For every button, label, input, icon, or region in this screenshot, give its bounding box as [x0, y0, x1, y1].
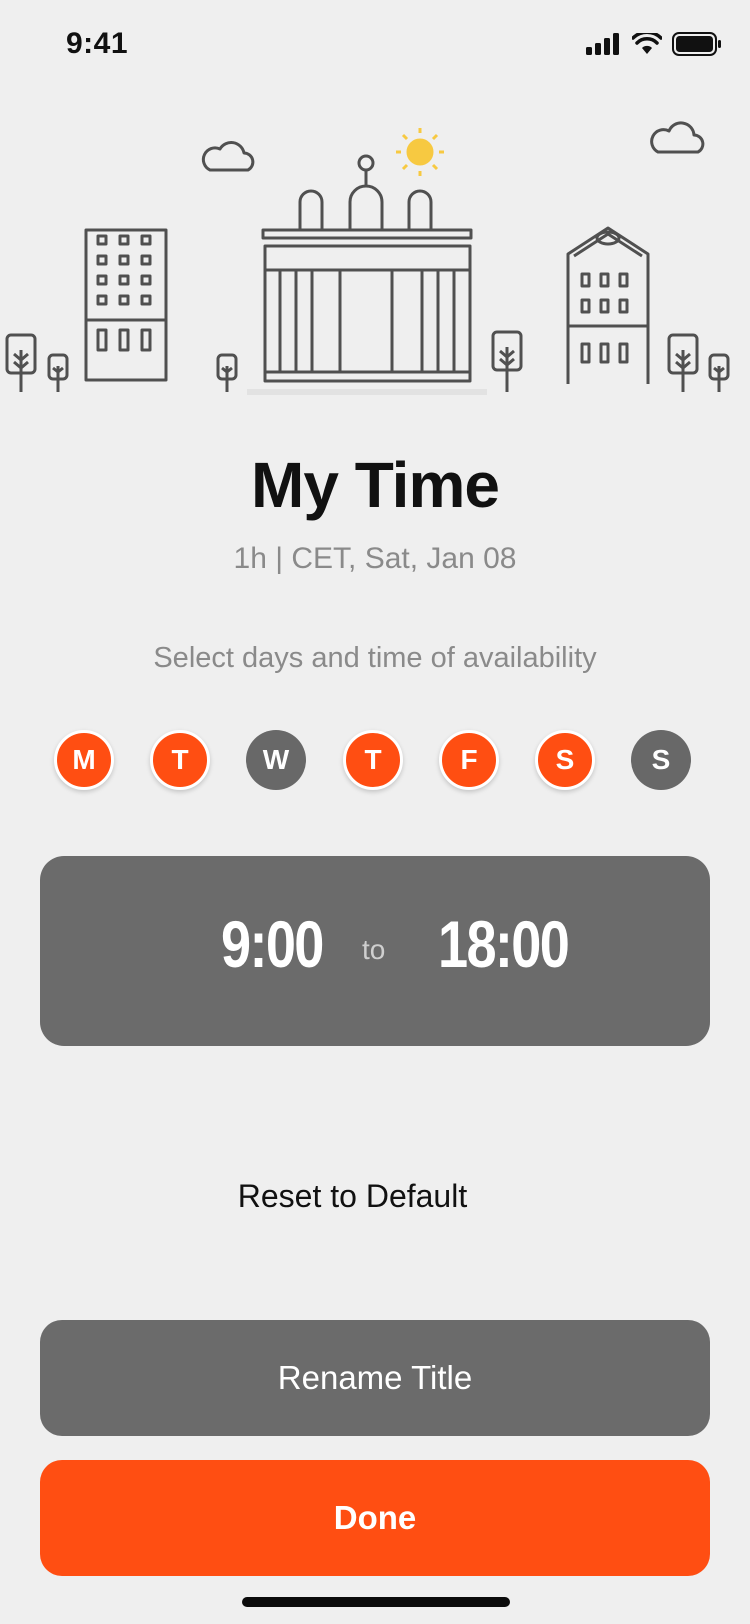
- availability-instruction: Select days and time of availability: [153, 642, 597, 674]
- day-toggle-sunday[interactable]: S: [631, 730, 691, 790]
- building-icon: [84, 228, 168, 382]
- status-bar: 9:41: [0, 0, 750, 90]
- cloud-icon: [650, 121, 705, 154]
- day-toggle-monday[interactable]: M: [54, 730, 114, 790]
- status-icons: [586, 32, 722, 56]
- city-illustration: [5, 121, 730, 395]
- start-time-picker[interactable]: 9:00: [221, 906, 324, 982]
- signal-icon: [586, 33, 619, 55]
- time-range-card: 9:00 to 18:00: [40, 856, 710, 1046]
- done-label: Done: [333, 1499, 417, 1536]
- day-toggle-thursday[interactable]: T: [343, 730, 403, 790]
- page-title: My Time: [251, 449, 500, 521]
- day-toggle-tuesday[interactable]: T: [150, 730, 210, 790]
- sun-icon: [396, 128, 444, 176]
- battery-icon: [672, 32, 721, 56]
- rename-title-label: Rename Title: [277, 1359, 473, 1396]
- wifi-icon: [632, 33, 662, 54]
- building-icon: [247, 154, 487, 395]
- end-time-picker[interactable]: 18:00: [438, 906, 570, 982]
- home-indicator: [242, 1597, 510, 1607]
- day-toggle-wednesday[interactable]: W: [246, 730, 306, 790]
- page-subtitle: 1h | CET, Sat, Jan 08: [233, 542, 517, 575]
- day-toggle-saturday[interactable]: S: [535, 730, 595, 790]
- cloud-icon: [201, 141, 255, 172]
- done-button[interactable]: Done: [40, 1460, 710, 1576]
- day-selector: M T W T F S S: [54, 730, 696, 794]
- reset-to-default-button[interactable]: Reset to Default: [0, 1178, 705, 1215]
- time-range-separator: to: [362, 934, 386, 965]
- building-icon: [566, 226, 650, 384]
- day-toggle-friday[interactable]: F: [439, 730, 499, 790]
- rename-title-button[interactable]: Rename Title: [40, 1320, 710, 1436]
- status-time: 9:41: [66, 27, 129, 60]
